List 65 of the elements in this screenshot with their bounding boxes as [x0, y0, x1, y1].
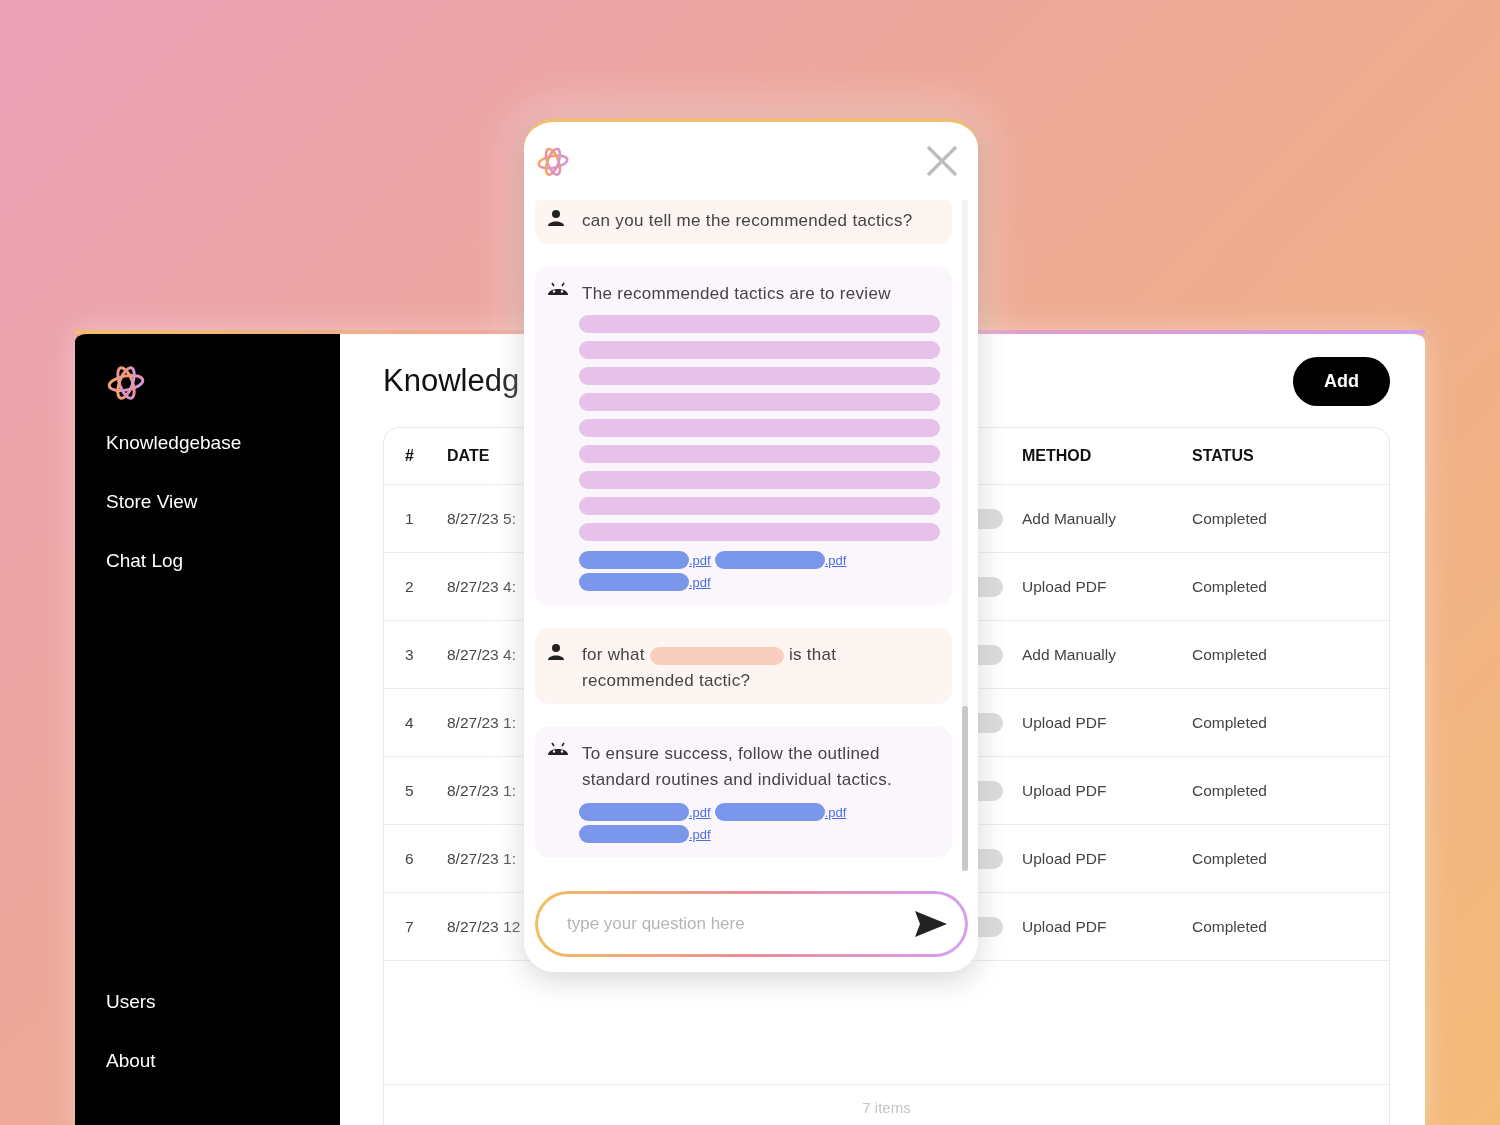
table-cell: Upload PDF	[1022, 577, 1107, 596]
table-cell: 8/27/23 1:	[447, 849, 516, 868]
table-cell: 4	[405, 713, 414, 732]
add-button[interactable]: Add	[1293, 356, 1390, 406]
question-input[interactable]: type your question here	[565, 913, 914, 935]
table-cell: 8/27/23 1:	[447, 781, 516, 800]
table-cell: 8/27/23 1:	[447, 713, 516, 732]
file-link[interactable]: .pdf	[689, 826, 711, 842]
sidebar-item[interactable]: About	[106, 1050, 340, 1109]
redaction-bar	[978, 576, 1003, 597]
sidebar-item[interactable]: Knowledgebase	[106, 432, 340, 491]
column-header: STATUS	[1192, 447, 1254, 465]
table-cell: Add Manually	[1022, 509, 1116, 528]
column-header: DATE	[447, 447, 490, 465]
page-title: Knowledg	[383, 363, 520, 399]
table-cell: 3	[405, 645, 414, 664]
column-header: METHOD	[1022, 447, 1092, 465]
table-cell: 1	[405, 509, 414, 528]
table-cell: 6	[405, 849, 414, 868]
robot-icon	[547, 282, 569, 296]
item-count: 7 items	[862, 1099, 911, 1116]
table-cell: 2	[405, 577, 414, 596]
table-cell: 8/27/23 4:	[447, 577, 516, 596]
table-cell: Completed	[1192, 509, 1267, 528]
table-cell: Upload PDF	[1022, 917, 1107, 936]
table-cell: Completed	[1192, 645, 1267, 664]
file-link[interactable]: .pdf	[689, 552, 711, 568]
redaction-bar	[978, 712, 1003, 733]
send-icon[interactable]	[914, 910, 948, 938]
robot-icon	[547, 742, 569, 756]
sidebar-item[interactable]: Users	[106, 991, 340, 1050]
table-cell: Completed	[1192, 849, 1267, 868]
message-text: To ensure success, follow the outlined standard routines and individual tactics.	[582, 743, 893, 791]
table-cell: Add Manually	[1022, 645, 1116, 664]
table-cell: 7	[405, 917, 414, 936]
table-cell: 8/27/23 5:	[447, 509, 516, 528]
person-icon	[547, 643, 565, 661]
redaction-bar	[978, 916, 1003, 937]
scrollbar-thumb[interactable]	[962, 706, 968, 871]
table-cell: Upload PDF	[1022, 713, 1107, 732]
message-text: can you tell me the recommended tactics?	[582, 210, 914, 232]
redaction-bar	[978, 644, 1003, 665]
redaction-bar	[978, 508, 1003, 529]
table-cell: 5	[405, 781, 414, 800]
sidebar-item[interactable]: Chat Log	[106, 550, 340, 609]
message-text: for what is that recommended tactic?	[582, 644, 838, 692]
file-link[interactable]: .pdf	[824, 804, 847, 820]
table-cell: Upload PDF	[1022, 781, 1107, 800]
sidebar-item[interactable]: Store View	[106, 491, 340, 550]
table-cell: Completed	[1192, 577, 1267, 596]
table-cell: 8/27/23 4:	[447, 645, 516, 664]
file-link[interactable]: .pdf	[689, 804, 711, 820]
redaction-bar	[978, 780, 1003, 801]
table-cell: Completed	[1192, 917, 1267, 936]
table-cell: 8/27/23 12	[447, 917, 521, 936]
table-cell: Upload PDF	[1022, 849, 1107, 868]
file-link[interactable]: .pdf	[689, 574, 711, 590]
column-header: #	[405, 447, 414, 465]
file-link[interactable]: .pdf	[824, 552, 847, 568]
person-icon	[547, 209, 565, 227]
close-icon[interactable]	[926, 145, 958, 177]
message-text: The recommended tactics are to review	[582, 283, 892, 305]
redaction-bar	[978, 848, 1003, 869]
table-cell: Completed	[1192, 713, 1267, 732]
table-cell: Completed	[1192, 781, 1267, 800]
